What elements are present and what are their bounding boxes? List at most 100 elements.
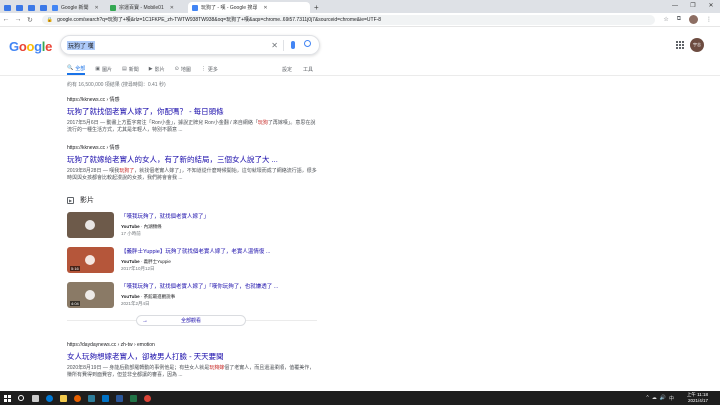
browser-toolbar: ← → ↻ 🔒 google.com/search?q=玩狗了+嘆&rlz=1C… xyxy=(0,13,720,27)
close-icon[interactable]: ✕ xyxy=(263,5,267,11)
search-tools: 設定 工具 xyxy=(282,63,324,75)
tab-pinned-3[interactable] xyxy=(26,2,36,13)
result-title[interactable]: 玩狗了就嫁給老實人的女人，有了新的結局，三個女人說了大 ... xyxy=(67,154,317,165)
store-icon[interactable] xyxy=(84,391,98,405)
mobile01-icon xyxy=(110,4,116,11)
taskbar-search-icon[interactable] xyxy=(14,391,28,405)
system-clock[interactable]: 上午 11:18 2021/4/17 xyxy=(687,392,708,404)
tools-link[interactable]: 工具 xyxy=(303,66,313,73)
mail-icon[interactable] xyxy=(98,391,112,405)
excel-icon[interactable] xyxy=(126,391,140,405)
video-heading-label: 影片 xyxy=(80,197,94,204)
video-item[interactable]: 4:04 「嘆我玩夠了，就找個老實人嫁了」「嘆你玩夠了，也就嫌透了 ... Yo… xyxy=(67,282,317,311)
tab-google-search[interactable]: 玩狗了 - 嘆 - Google 搜尋 ✕ xyxy=(188,2,310,13)
video-title[interactable]: 【義胖士Yuppie】玩夠了就找個老實人嫁了，老實人溫情復 ... xyxy=(121,247,270,255)
minimize-button[interactable]: — xyxy=(666,0,684,13)
search-icon[interactable] xyxy=(304,40,311,47)
result-url[interactable]: https://kknews.cc › 情感 xyxy=(67,144,317,151)
search-query: 玩狗了 嘆 xyxy=(67,40,95,50)
tab-maps[interactable]: ⊙ 地圖 xyxy=(175,63,191,75)
video-thumbnail[interactable]: 5:16 xyxy=(67,247,114,273)
search-result: https://daydaynews.cc › zh-tw › emotion … xyxy=(67,342,317,379)
volume-icon[interactable]: 🔊 xyxy=(660,395,666,402)
result-stats: 約有 16,500,000 項結果 (搜尋時間：0.41 秒) xyxy=(67,82,166,88)
file-explorer-icon[interactable] xyxy=(56,391,70,405)
address-bar[interactable]: 🔒 google.com/search?q=玩狗了+嘆&rlz=1C1FKPE_… xyxy=(41,14,656,25)
windows-start-icon[interactable] xyxy=(0,391,14,405)
result-snippet: 2020年8月19日 — 身能后勤部羅轉動的事例他是；有些女人就是玩夠嫁個了老實… xyxy=(67,365,317,379)
menu-icon[interactable]: ⋮ xyxy=(706,16,712,23)
ime-indicator[interactable]: 中 xyxy=(669,395,674,402)
close-icon[interactable]: ✕ xyxy=(95,5,99,11)
cloud-icon[interactable]: ☁ xyxy=(652,395,657,402)
tab-mobile01[interactable]: 宗運百寶 - Mobile01 ✕ xyxy=(106,2,188,13)
tab-news[interactable]: ▤ 新聞 xyxy=(122,63,139,75)
video-item[interactable]: 「嘆我玩夠了，就找個老實人嫁了」 YouTube · 內湖頻條 17 小時前 xyxy=(67,212,317,241)
video-icon: ▶ xyxy=(148,66,153,72)
more-icon: ⋮ xyxy=(200,66,206,72)
video-platform: YouTube xyxy=(121,224,140,229)
view-all-label: 全部觀看 xyxy=(180,318,201,324)
extensions-icon[interactable]: ⧉ xyxy=(677,16,681,23)
tray-chevron-icon[interactable]: ^ xyxy=(646,395,648,402)
back-icon[interactable]: ← xyxy=(0,16,12,23)
word-icon[interactable] xyxy=(112,391,126,405)
mail-icon xyxy=(27,4,35,11)
video-title[interactable]: 「嘆我玩夠了，就找個老實人嫁了」「嘆你玩夠了，也就嫌透了 ... xyxy=(121,282,278,290)
divider xyxy=(0,75,720,76)
tab-pinned-1[interactable] xyxy=(2,2,12,13)
mail-icon xyxy=(39,4,47,11)
video-item[interactable]: 5:16 【義胖士Yuppie】玩夠了就找個老實人嫁了，老實人溫情復 ... Y… xyxy=(67,247,317,276)
edge-icon[interactable] xyxy=(42,391,56,405)
tab-all[interactable]: 🔍 全部 xyxy=(67,63,86,75)
play-icon xyxy=(85,255,95,265)
address-url: google.com/search?q=玩狗了+嘆&rlz=1C1FKPE_zh… xyxy=(57,17,382,23)
video-thumbnail[interactable]: 4:04 xyxy=(67,282,114,308)
reload-icon[interactable]: ↻ xyxy=(24,16,36,24)
tab-label: 圖片 xyxy=(101,66,112,73)
maximize-button[interactable]: ❐ xyxy=(684,0,702,13)
chrome-icon[interactable] xyxy=(140,391,154,405)
tab-label: 更多 xyxy=(207,66,218,73)
search-input[interactable]: 玩狗了 嘆 ✕ xyxy=(60,35,320,55)
video-duration: 5:16 xyxy=(70,266,80,271)
video-thumbnail[interactable] xyxy=(67,212,114,238)
google-icon xyxy=(192,4,198,11)
video-source: YouTube · 茶館最進觀說事 xyxy=(121,294,176,299)
task-view-icon[interactable] xyxy=(28,391,42,405)
avatar[interactable]: 宇志 xyxy=(690,38,704,52)
star-icon[interactable]: ☆ xyxy=(663,16,668,23)
google-logo[interactable]: Google xyxy=(9,39,52,54)
tab-pinned-4[interactable] xyxy=(38,2,48,13)
new-tab-button[interactable]: + xyxy=(314,2,319,13)
result-snippet: 2019年8月28日 — 嘆我玩狗了，就找個老實人嫁了」，不知道從什麼時候開始，… xyxy=(67,168,317,182)
tab-more[interactable]: ⋮ 更多 xyxy=(201,63,218,75)
news-icon: ▤ xyxy=(122,66,127,72)
tab-google-news[interactable]: Google 新聞 ✕ xyxy=(48,2,106,13)
result-title[interactable]: 女人玩夠想嫁老實人，卻被男人打臉 - 天天要聞 xyxy=(67,351,317,362)
view-all-videos-button[interactable]: → 全部觀看 xyxy=(136,315,246,326)
clear-icon[interactable]: ✕ xyxy=(271,41,278,50)
close-window-button[interactable]: ✕ xyxy=(702,0,720,13)
forward-icon[interactable]: → xyxy=(12,16,24,23)
tab-pinned-2[interactable] xyxy=(14,2,24,13)
tab-videos[interactable]: ▶ 影片 xyxy=(149,63,165,75)
result-title[interactable]: 玩狗了就找個老實人嫁了，你配嗎？ - 每日頭條 xyxy=(67,106,317,117)
video-platform: YouTube xyxy=(121,294,140,299)
result-url[interactable]: https://daydaynews.cc › zh-tw › emotion xyxy=(67,342,317,348)
close-icon[interactable]: ✕ xyxy=(170,5,174,11)
windows-taskbar: ^ ☁ 🔊 中 上午 11:18 2021/4/17 xyxy=(0,391,720,405)
microphone-icon[interactable] xyxy=(291,41,295,49)
settings-link[interactable]: 設定 xyxy=(282,66,292,73)
profile-icon[interactable] xyxy=(689,15,698,24)
firefox-icon[interactable] xyxy=(70,391,84,405)
tab-label: 玩狗了 - 嘆 - Google 搜尋 xyxy=(201,5,258,11)
video-title[interactable]: 「嘆我玩夠了，就找個老實人嫁了」 xyxy=(121,212,209,220)
apps-grid-icon[interactable] xyxy=(676,41,684,49)
clock-date: 2021/4/17 xyxy=(687,398,708,403)
video-duration: 4:04 xyxy=(70,301,80,306)
snippet-text: 身能后勤部羅轉動的事例他是；有些女人就是 xyxy=(109,365,210,371)
tab-images[interactable]: ▣ 圖片 xyxy=(95,63,112,75)
video-source: YouTube · 內湖頻條 xyxy=(121,224,162,229)
result-url[interactable]: https://kknews.cc › 情感 xyxy=(67,96,317,103)
